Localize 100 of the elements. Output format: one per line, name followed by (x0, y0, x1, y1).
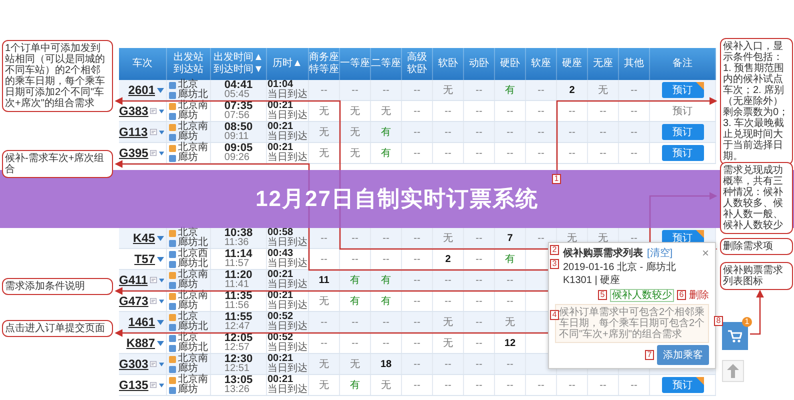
arrival-day: 当日到达 (268, 385, 308, 395)
banner-title: 12月27日自制实时订票系统 (256, 185, 538, 213)
departure-time: 08:50 (224, 122, 253, 132)
departure-time: 11:20 (224, 270, 252, 280)
seat-availability: -- (630, 84, 638, 96)
book-button[interactable]: 预订 (662, 377, 704, 393)
caret-icon[interactable] (157, 236, 164, 240)
seat-availability: -- (320, 84, 328, 96)
seat-availability: 11 (318, 274, 330, 286)
seat-availability: -- (414, 84, 420, 96)
seat-availability: -- (414, 126, 420, 138)
step-marker: 3 (550, 259, 559, 269)
arrival-day: 当日到达 (268, 364, 308, 374)
duration: 00:21 (268, 354, 294, 364)
caret-icon[interactable] (158, 150, 164, 156)
seat-availability: -- (476, 274, 482, 286)
book-button[interactable]: 预订 (662, 124, 704, 140)
seat-availability: 无 (350, 126, 360, 139)
seat-availability: -- (506, 126, 514, 138)
station-icon (169, 324, 176, 330)
train-number[interactable]: G473 (119, 294, 148, 308)
seat-availability: -- (320, 338, 328, 348)
train-number[interactable]: G395 (119, 146, 148, 160)
train-number[interactable]: K45 (132, 231, 155, 245)
train-number[interactable]: 1461 (128, 315, 155, 329)
column-header: 动卧 (469, 58, 489, 70)
seat-availability: 2 (569, 84, 575, 96)
arrival-day: 当日到达 (268, 322, 308, 332)
seat-availability: 18 (380, 358, 392, 370)
book-button[interactable]: 预订 (662, 145, 704, 161)
caret-icon[interactable] (157, 340, 164, 346)
seat-availability: -- (538, 84, 544, 96)
clear-link[interactable]: [清空] (647, 246, 673, 260)
departure-station: 北京西 (178, 249, 208, 259)
train-number[interactable]: G135 (119, 378, 148, 392)
train-number[interactable]: G383 (119, 104, 148, 118)
departure-station: 北京南 (178, 270, 208, 280)
column-header: 历时▲ (272, 58, 302, 70)
step-marker: 8 (714, 316, 723, 326)
seat-availability: -- (414, 358, 420, 370)
train-number[interactable]: G303 (119, 357, 148, 371)
seat-availability: -- (352, 232, 358, 244)
arrival-time: 05:45 (224, 90, 250, 100)
caret-icon[interactable] (157, 256, 164, 262)
seat-availability: -- (444, 296, 452, 306)
annotation-note: 需求添加条件说明 (2, 278, 113, 295)
delete-link[interactable]: 删除 (689, 288, 709, 302)
train-number[interactable]: T57 (134, 252, 155, 266)
back-to-top-button[interactable] (722, 360, 744, 382)
book-button[interactable]: 预订 (662, 82, 704, 98)
close-button[interactable]: × (702, 247, 709, 259)
seat-availability: -- (600, 106, 606, 116)
departure-station: 北京南 (178, 143, 208, 153)
station-icon (169, 112, 176, 120)
column-header: 其他 (624, 58, 644, 70)
seat-availability: -- (414, 148, 420, 158)
arrival-day: 当日到达 (268, 343, 308, 353)
departure-time: 11:14 (224, 249, 252, 259)
caret-icon[interactable] (157, 88, 164, 92)
station-icon (169, 344, 176, 352)
arrival-time: 12:51 (224, 364, 250, 374)
departure-station: 北京南 (178, 354, 208, 364)
caret-icon[interactable] (158, 298, 164, 304)
cart-button[interactable] (722, 322, 748, 350)
seat-availability: 7 (507, 232, 513, 244)
caret-icon[interactable] (158, 108, 164, 114)
caret-icon[interactable] (158, 362, 164, 366)
column-header: 二等座 (371, 58, 401, 70)
caret-icon[interactable] (158, 130, 164, 134)
train-number[interactable]: G113 (119, 125, 148, 139)
station-icon (169, 240, 176, 246)
arrival-station: 廊坊 (178, 132, 198, 142)
seat-availability: -- (476, 126, 482, 138)
seat-availability: -- (506, 106, 514, 116)
seat-availability: 有 (381, 274, 391, 287)
train-number[interactable]: G411 (119, 273, 148, 287)
seat-availability: -- (538, 380, 544, 390)
seat-availability: -- (352, 254, 358, 264)
arrival-station: 廊坊 (178, 111, 198, 121)
train-number[interactable]: 2601 (128, 83, 155, 97)
departure-time: 12:05 (224, 333, 253, 343)
seat-availability: 无 (443, 84, 453, 97)
departure-time: 04:41 (224, 80, 253, 90)
column-header: 特等座 (309, 64, 339, 76)
column-header: 软卧 (438, 58, 458, 70)
column-header: 到达站 (174, 64, 204, 76)
caret-icon[interactable] (157, 320, 164, 324)
seat-availability: -- (382, 84, 390, 96)
seat-availability: -- (414, 296, 420, 306)
caret-icon[interactable] (158, 278, 164, 282)
annotation-note: 候补入口，显示条件包括：1. 预售期范围内的候补试点车次；2. 席别（无座除外）剩余票数为0；3. 车次最晚截止兑现时间大于当前选择日期。 (720, 38, 793, 165)
caret-icon[interactable] (158, 382, 164, 388)
departure-station: 北京 (178, 228, 198, 238)
seat-availability: -- (506, 358, 514, 370)
seat-availability: -- (476, 358, 482, 370)
column-header: 软卧 (407, 64, 427, 76)
departure-station: 北京 (178, 312, 198, 322)
column-header: 到达时间▼ (214, 64, 264, 76)
seat-availability: -- (382, 338, 390, 348)
train-number[interactable]: K887 (126, 336, 155, 350)
